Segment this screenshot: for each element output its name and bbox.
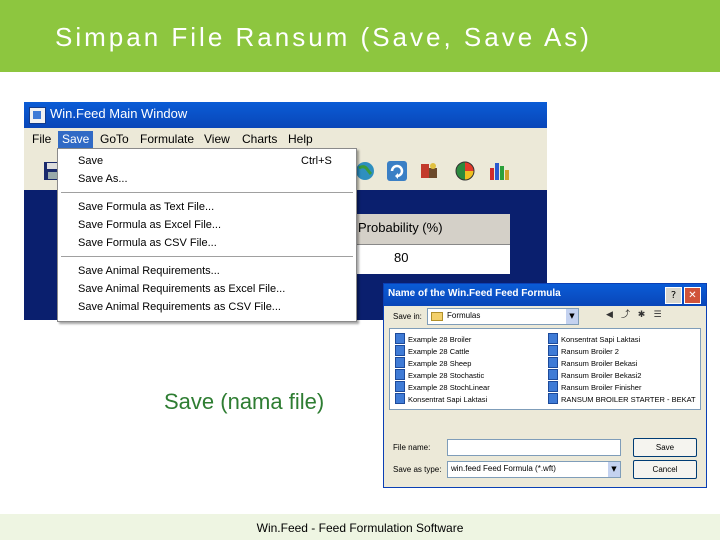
help-button[interactable]: ? <box>665 287 682 304</box>
file-item[interactable]: Ransum Broiler Finisher <box>548 381 641 392</box>
save-as-type-select[interactable]: win.feed Feed Formula (*.wft) ▼ <box>447 461 621 478</box>
save-as-type-label: Save as type: <box>393 465 442 474</box>
file-icon <box>548 345 558 356</box>
save-as-type-value: win.feed Feed Formula (*.wft) <box>451 464 556 473</box>
file-item[interactable]: Konsentrat Sapi Laktasi <box>395 393 487 404</box>
save-button[interactable]: Save <box>633 438 697 457</box>
globe-icon[interactable] <box>354 160 376 182</box>
menu-item-save-formula-text[interactable]: Save Formula as Text File... <box>78 201 214 213</box>
file-item[interactable]: Ransum Broiler Bekasi <box>548 357 637 368</box>
view-menu-icon[interactable]: ☰ <box>650 308 665 323</box>
file-item[interactable]: Example 28 Sheep <box>395 357 471 368</box>
file-list: Example 28 Broiler Example 28 Cattle Exa… <box>389 328 701 410</box>
menu-item-save-formula-csv[interactable]: Save Formula as CSV File... <box>78 237 217 249</box>
menu-item-save-as[interactable]: Save As... <box>78 173 128 185</box>
file-item[interactable]: Example 28 Cattle <box>395 345 469 356</box>
footer-text: Win.Feed - Feed Formulation Software <box>256 521 464 535</box>
slide-caption: Save (nama file) <box>164 389 325 414</box>
file-item[interactable]: Ransum Broiler Bekasi2 <box>548 369 641 380</box>
menu-formulate[interactable]: Formulate <box>136 131 198 148</box>
file-icon <box>395 333 405 344</box>
dialog-titlebar[interactable]: Name of the Win.Feed Feed Formula ? ✕ <box>384 284 706 306</box>
menu-item-save-animal-req-csv[interactable]: Save Animal Requirements as CSV File... <box>78 301 281 313</box>
menu-charts[interactable]: Charts <box>238 131 281 148</box>
feed-icon[interactable] <box>418 160 440 182</box>
main-window-titlebar[interactable]: Win.Feed Main Window <box>24 102 547 128</box>
chevron-down-icon[interactable]: ▼ <box>566 309 578 324</box>
file-icon <box>395 357 405 368</box>
menu-item-save-animal-req-excel[interactable]: Save Animal Requirements as Excel File..… <box>78 283 285 295</box>
menu-file[interactable]: File <box>28 131 55 148</box>
app-icon <box>29 107 46 124</box>
folder-icon <box>431 312 443 321</box>
file-icon <box>395 381 405 392</box>
file-item[interactable]: Example 28 Broiler <box>395 333 471 344</box>
probability-value[interactable]: 80 <box>394 250 408 265</box>
slide-title: Simpan File Ransum (Save, Save As) <box>55 22 592 52</box>
file-icon <box>395 345 405 356</box>
file-icon <box>395 393 405 404</box>
probability-label: Probability (%) <box>358 220 443 235</box>
menu-separator <box>61 256 353 257</box>
close-button[interactable]: ✕ <box>684 287 701 304</box>
file-item[interactable]: Konsentrat Sapi Laktasi <box>548 333 640 344</box>
file-item[interactable]: Example 28 StochLinear <box>395 381 490 392</box>
menu-save[interactable]: Save <box>58 131 94 148</box>
refresh-icon[interactable] <box>386 160 408 182</box>
menu-view[interactable]: View <box>200 131 234 148</box>
chevron-down-icon[interactable]: ▼ <box>608 462 620 477</box>
save-as-dialog: Name of the Win.Feed Feed Formula ? ✕ Sa… <box>383 283 707 488</box>
file-name-label: File name: <box>393 443 431 452</box>
pie-chart-icon[interactable] <box>454 160 476 182</box>
file-icon <box>548 381 558 392</box>
file-item[interactable]: RANSUM BROILER STARTER - BEKAT <box>548 393 696 404</box>
save-in-select[interactable]: Formulas ▼ <box>427 308 579 325</box>
save-in-label: Save in: <box>393 312 422 321</box>
file-icon <box>548 333 558 344</box>
file-item[interactable]: Ransum Broiler 2 <box>548 345 619 356</box>
menu-goto[interactable]: GoTo <box>96 131 133 148</box>
file-name-input[interactable] <box>447 439 621 456</box>
file-icon <box>548 393 558 404</box>
menu-bar: File Save GoTo Formulate View Charts Hel… <box>24 128 547 150</box>
save-in-value: Formulas <box>447 311 481 320</box>
cancel-button[interactable]: Cancel <box>633 460 697 479</box>
save-shortcut: Ctrl+S <box>301 155 332 167</box>
bar-chart-icon[interactable] <box>488 160 510 182</box>
dialog-title: Name of the Win.Feed Feed Formula <box>388 288 561 299</box>
new-folder-icon[interactable]: ✱ <box>634 308 649 323</box>
file-icon <box>548 357 558 368</box>
main-window-title: Win.Feed Main Window <box>50 106 188 121</box>
menu-help[interactable]: Help <box>284 131 317 148</box>
menu-separator <box>61 192 353 193</box>
menu-item-save-animal-req[interactable]: Save Animal Requirements... <box>78 265 220 277</box>
file-icon <box>548 369 558 380</box>
up-folder-icon[interactable]: ⤴ <box>618 308 633 323</box>
file-item[interactable]: Example 28 Stochastic <box>395 369 484 380</box>
back-icon[interactable]: ◀ <box>602 308 617 323</box>
menu-item-save[interactable]: Save <box>78 155 103 167</box>
menu-item-save-formula-excel[interactable]: Save Formula as Excel File... <box>78 219 221 231</box>
file-icon <box>395 369 405 380</box>
save-dropdown-menu: Save Ctrl+S Save As... Save Formula as T… <box>57 148 357 322</box>
